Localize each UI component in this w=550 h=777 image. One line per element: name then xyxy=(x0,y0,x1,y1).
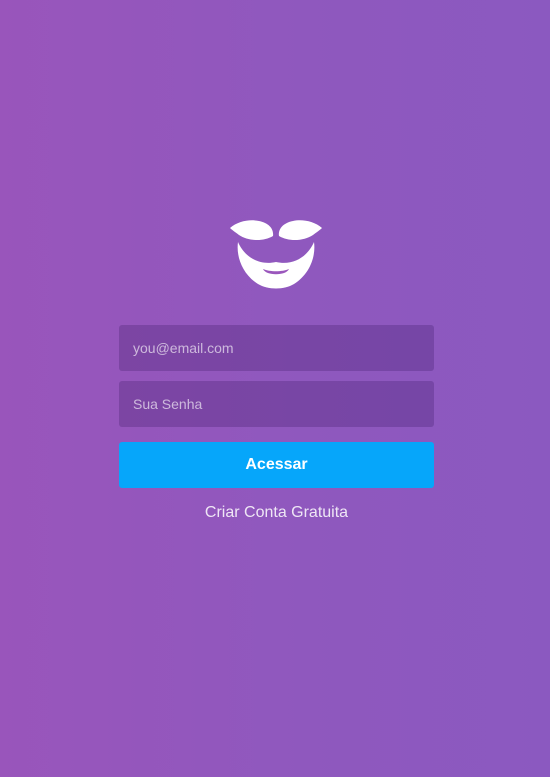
login-screen: Acessar Criar Conta Gratuita xyxy=(0,0,550,777)
email-input[interactable] xyxy=(119,325,434,371)
mustache-beard-icon xyxy=(230,220,322,289)
login-button[interactable]: Acessar xyxy=(119,442,434,488)
create-account-link[interactable]: Criar Conta Gratuita xyxy=(119,502,434,524)
password-input[interactable] xyxy=(119,381,434,427)
